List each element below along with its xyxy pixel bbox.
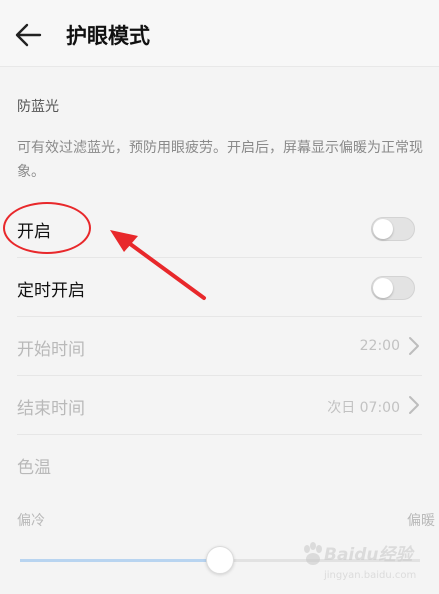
- app-header: 护眼模式: [0, 0, 439, 67]
- section-title: 防蓝光: [17, 99, 59, 115]
- enable-label: 开启: [17, 222, 51, 242]
- end-time-label: 结束时间: [17, 399, 85, 419]
- start-time-row[interactable]: 开始时间 22:00: [17, 317, 422, 376]
- back-arrow-icon: [15, 23, 42, 47]
- enable-toggle[interactable]: [371, 217, 415, 241]
- end-time-row[interactable]: 结束时间 次日 07:00: [17, 376, 422, 435]
- slider-warm-label: 偏暖: [407, 513, 435, 529]
- color-temp-row: 色温: [17, 435, 422, 493]
- toggle-knob: [373, 278, 393, 298]
- schedule-label: 定时开启: [17, 281, 85, 301]
- slider-cool-label: 偏冷: [17, 513, 45, 529]
- section-description: 可有效过滤蓝光，预防用眼疲劳。开启后，屏幕显示偏暖为正常现象。: [17, 140, 423, 180]
- page-title: 护眼模式: [66, 24, 150, 48]
- slider-thumb[interactable]: [206, 546, 234, 574]
- enable-row[interactable]: 开启: [17, 199, 422, 258]
- color-temp-slider[interactable]: [20, 546, 420, 576]
- toggle-knob: [373, 219, 393, 239]
- schedule-toggle[interactable]: [371, 276, 415, 300]
- color-temp-label: 色温: [17, 458, 51, 478]
- chevron-right-icon: [409, 396, 419, 414]
- chevron-right-icon: [409, 337, 419, 355]
- end-time-value: 次日 07:00: [327, 400, 400, 416]
- slider-labels: 偏冷 偏暖: [17, 510, 435, 530]
- slider-fill: [20, 559, 220, 562]
- schedule-row[interactable]: 定时开启: [17, 258, 422, 317]
- start-time-label: 开始时间: [17, 340, 85, 360]
- back-button[interactable]: [12, 18, 46, 52]
- start-time-value: 22:00: [359, 338, 400, 354]
